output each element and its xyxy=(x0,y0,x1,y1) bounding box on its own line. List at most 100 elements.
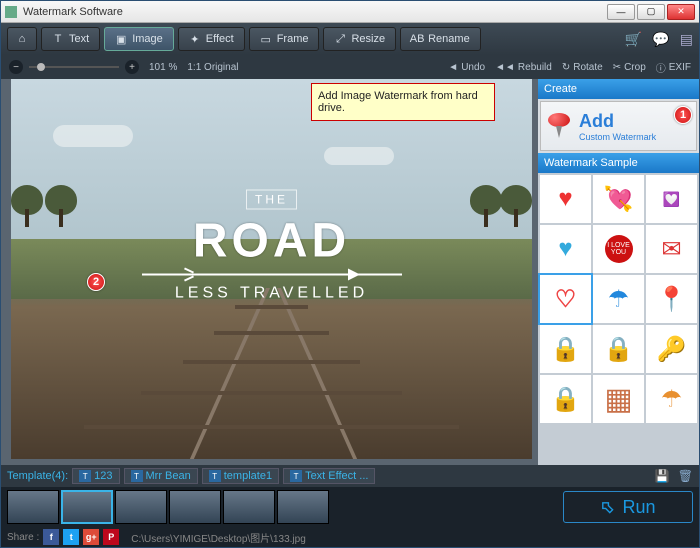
add-subtitle: Custom Watermark xyxy=(579,132,656,142)
cart-icon[interactable]: 🛒 xyxy=(625,31,642,48)
help-icon[interactable]: 💬 xyxy=(652,31,669,48)
home-icon: ⌂ xyxy=(16,33,28,45)
close-button[interactable]: ✕ xyxy=(667,4,695,20)
tab-rename-label: Rename xyxy=(428,33,470,45)
sample-lock-silver[interactable]: 🔒 xyxy=(540,375,591,423)
zoom-original-button[interactable]: 1:1 Original xyxy=(187,62,238,73)
zoom-in-button[interactable]: + xyxy=(125,60,139,74)
sample-grid: ♥ 💘 💟 ♥ I LOVE YOU ✉ ♡ ☂ 📍 🔒 🔒 🔑 🔒 ▦ ☂ xyxy=(538,173,699,465)
tab-resize-label: Resize xyxy=(351,33,385,45)
main-area: THE ROAD LESS TRAVELLED 2 Add Image Wate… xyxy=(1,79,699,465)
template-item[interactable]: TMrr Bean xyxy=(124,468,198,484)
tooltip: Add Image Watermark from hard drive. xyxy=(311,83,495,121)
sample-key[interactable]: 🔑 xyxy=(646,325,697,373)
frame-icon: ▭ xyxy=(260,33,272,45)
image-icon: ▣ xyxy=(115,33,127,45)
share-google-icon[interactable]: g+ xyxy=(83,529,99,545)
tab-text-label: Text xyxy=(69,33,89,45)
pushpin-icon xyxy=(545,113,573,139)
tab-effect-label: Effect xyxy=(206,33,234,45)
sample-heart-outline[interactable]: ♡ xyxy=(540,275,591,323)
rebuild-button[interactable]: ◄◄Rebuild xyxy=(495,60,552,75)
share-pinterest-icon[interactable]: P xyxy=(103,529,119,545)
tab-text[interactable]: T Text xyxy=(41,27,100,51)
overlay-the: THE xyxy=(246,190,297,210)
zoom-value: 101 % xyxy=(149,62,177,73)
template-item[interactable]: TText Effect ... xyxy=(283,468,375,484)
run-button[interactable]: Run xyxy=(563,491,693,523)
tab-image-label: Image xyxy=(132,33,163,45)
sample-heart-arrow[interactable]: 💘 xyxy=(593,175,644,223)
template-label: Template(4): xyxy=(7,470,68,482)
save-template-icon[interactable]: 💾 xyxy=(655,469,670,483)
sample-umbrella-orange[interactable]: ☂ xyxy=(646,375,697,423)
app-window: Watermark Software — ▢ ✕ ⌂ T Text ▣ Image … xyxy=(0,0,700,548)
zoom-slider[interactable] xyxy=(29,66,119,68)
sample-header: Watermark Sample xyxy=(538,153,699,173)
tab-frame-label: Frame xyxy=(277,33,309,45)
preview-image: THE ROAD LESS TRAVELLED xyxy=(11,79,532,459)
watermark-overlay[interactable]: THE ROAD LESS TRAVELLED xyxy=(142,190,402,303)
sample-iloveyou[interactable]: I LOVE YOU xyxy=(593,225,644,273)
effect-icon: ✦ xyxy=(189,33,201,45)
tab-image[interactable]: ▣ Image xyxy=(104,27,174,51)
maximize-button[interactable]: ▢ xyxy=(637,4,665,20)
main-toolbar: ⌂ T Text ▣ Image ✦ Effect ▭ Frame ⤢ Resize AB… xyxy=(1,23,699,55)
minimize-button[interactable]: — xyxy=(607,4,635,20)
sample-umbrella-blue[interactable]: ☂ xyxy=(593,275,644,323)
text-icon: T xyxy=(52,33,64,45)
delete-template-icon[interactable]: 🗑 xyxy=(678,469,693,483)
sample-pushpin[interactable]: 📍 xyxy=(646,275,697,323)
thumbnail[interactable] xyxy=(277,490,329,524)
home-button[interactable]: ⌂ xyxy=(7,27,37,51)
overlay-arrow-icon xyxy=(142,269,402,281)
thumbnail[interactable] xyxy=(61,490,113,524)
template-item[interactable]: Ttemplate1 xyxy=(202,468,279,484)
thumbnail[interactable] xyxy=(7,490,59,524)
side-panel: Create Add Custom Watermark 1 Watermark … xyxy=(538,79,699,465)
sample-wing-heart[interactable]: 💟 xyxy=(646,175,697,223)
thumbnail[interactable] xyxy=(115,490,167,524)
rename-icon: AB xyxy=(411,33,423,45)
sample-heart[interactable]: ♥ xyxy=(540,175,591,223)
tab-resize[interactable]: ⤢ Resize xyxy=(323,27,396,51)
titlebar: Watermark Software — ▢ ✕ xyxy=(1,1,699,23)
share-label: Share : xyxy=(7,532,39,543)
add-title: Add xyxy=(579,111,656,132)
window-title: Watermark Software xyxy=(23,6,607,18)
thumbnail[interactable] xyxy=(169,490,221,524)
file-path: C:\Users\YIMIGE\Desktop\图片\133.jpg xyxy=(131,530,306,545)
sample-blue-heart[interactable]: ♥ xyxy=(540,225,591,273)
sample-brick-wall[interactable]: ▦ xyxy=(593,375,644,423)
template-row: Template(4): T123 TMrr Bean Ttemplate1 T… xyxy=(1,465,699,487)
tab-rename[interactable]: AB Rename xyxy=(400,27,481,51)
share-row: Share : f t g+ P C:\Users\YIMIGE\Desktop… xyxy=(1,527,699,547)
resize-icon: ⤢ xyxy=(334,33,346,45)
thumbnail[interactable] xyxy=(223,490,275,524)
overlay-less: LESS TRAVELLED xyxy=(142,285,402,303)
template-item[interactable]: T123 xyxy=(72,468,119,484)
create-header: Create xyxy=(538,79,699,99)
zoom-bar: − + 101 % 1:1 Original ◄Undo ◄◄Rebuild ↻… xyxy=(1,55,699,79)
share-facebook-icon[interactable]: f xyxy=(43,529,59,545)
app-icon xyxy=(5,6,17,18)
run-icon xyxy=(600,500,614,514)
sample-lock-gold[interactable]: 🔒 xyxy=(540,325,591,373)
tab-frame[interactable]: ▭ Frame xyxy=(249,27,320,51)
add-watermark-button[interactable]: Add Custom Watermark 1 xyxy=(540,101,697,151)
menu-icon[interactable]: ▤ xyxy=(680,31,693,48)
thumbnail-row: Run xyxy=(1,487,699,527)
sample-lock-blue[interactable]: 🔒 xyxy=(593,325,644,373)
share-twitter-icon[interactable]: t xyxy=(63,529,79,545)
rotate-button[interactable]: ↻Rotate xyxy=(562,60,603,75)
zoom-out-button[interactable]: − xyxy=(9,60,23,74)
tab-effect[interactable]: ✦ Effect xyxy=(178,27,245,51)
crop-button[interactable]: ✂Crop xyxy=(613,60,646,75)
callout-badge-1: 1 xyxy=(674,106,692,124)
sample-envelope[interactable]: ✉ xyxy=(646,225,697,273)
exif-button[interactable]: ⓘEXIF xyxy=(656,60,691,75)
overlay-road: ROAD xyxy=(142,214,402,269)
callout-badge-2: 2 xyxy=(87,273,105,291)
canvas[interactable]: THE ROAD LESS TRAVELLED 2 Add Image Wate… xyxy=(1,79,538,465)
undo-button[interactable]: ◄Undo xyxy=(448,60,485,75)
